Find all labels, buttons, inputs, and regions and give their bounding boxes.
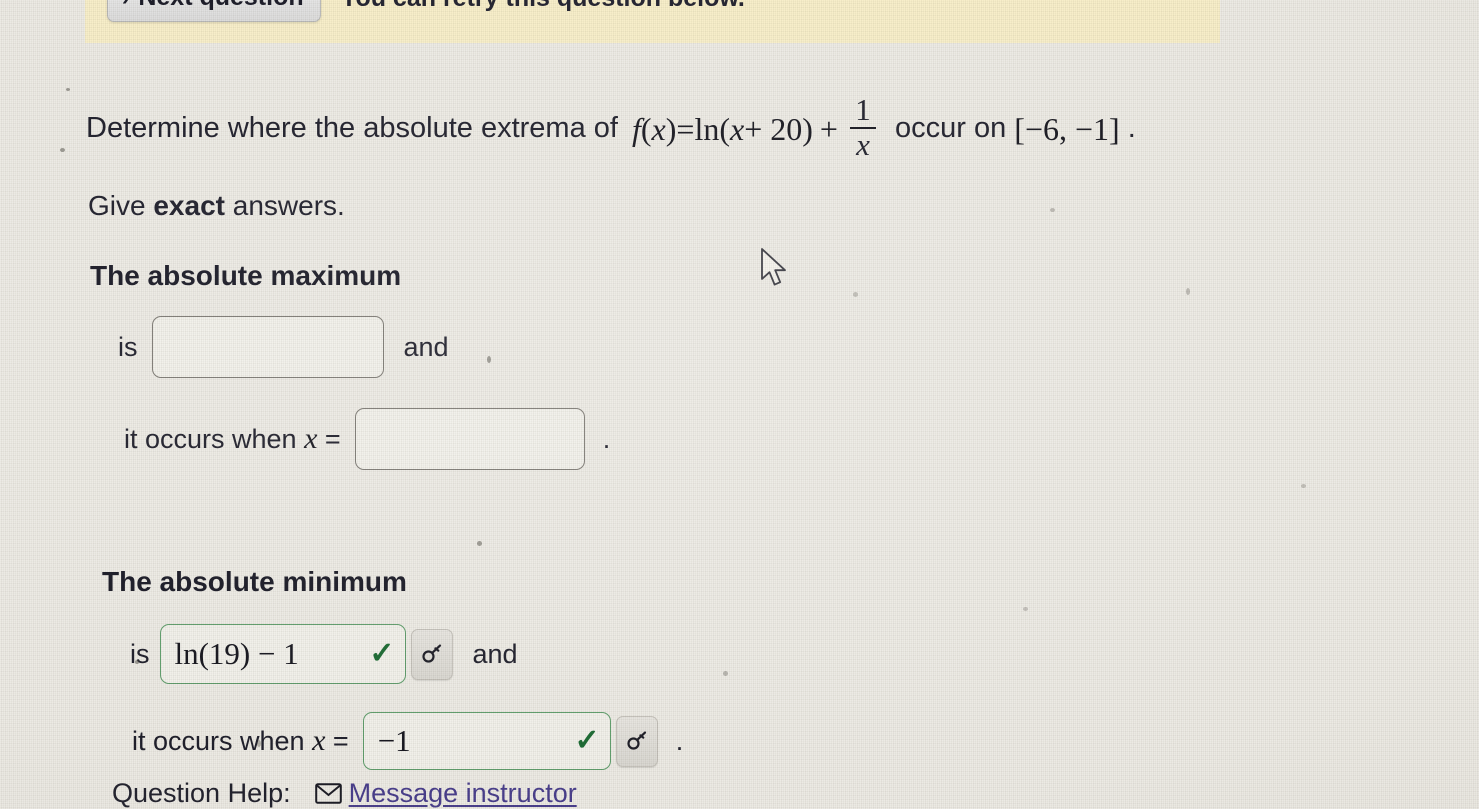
- maximum-occurs-variable: x: [304, 422, 318, 456]
- minimum-value-math-entry-button[interactable]: [410, 628, 453, 680]
- prompt-text-before: Determine where the absolute extrema of: [86, 112, 626, 145]
- formula-fraction: 1 x: [849, 92, 876, 162]
- instruction-emphasis: exact: [153, 190, 225, 222]
- formula-paren-close: ): [665, 110, 677, 147]
- question-body: Determine where the absolute extrema of …: [0, 92, 1479, 771]
- dust-speck: [1050, 208, 1055, 212]
- maximum-is-label: is: [118, 331, 138, 362]
- next-question-label: Next question: [138, 0, 303, 10]
- function-formula: f(x) = ln(x + 20) + 1 x: [632, 92, 881, 162]
- formula-ln-open: ln(: [694, 110, 730, 147]
- minimum-and-label: and: [472, 638, 518, 669]
- formula-ln-rest: + 20): [744, 110, 813, 147]
- maximum-occurs-equals: =: [317, 423, 341, 454]
- prompt-text-middle: occur on: [886, 112, 1015, 145]
- question-help-label: Question Help:: [112, 778, 291, 808]
- minimum-location-input[interactable]: −1 ✓: [362, 712, 611, 771]
- dust-speck: [1301, 484, 1306, 488]
- minimum-value-entry: ln(19) − 1: [174, 636, 299, 672]
- chevron-right-icon: ›: [122, 0, 129, 9]
- formula-paren-open: (: [640, 110, 652, 147]
- formula-function-name: f: [632, 110, 641, 147]
- minimum-is-label: is: [130, 638, 150, 669]
- interval-domain: [−6, −1]: [1014, 110, 1120, 147]
- dust-speck: [1186, 288, 1190, 295]
- minimum-value-input[interactable]: ln(19) − 1 ✓: [159, 624, 406, 685]
- maximum-value-row: is and: [0, 316, 1479, 379]
- dust-speck: [60, 148, 65, 152]
- dust-speck: [723, 671, 728, 676]
- dust-speck: [1023, 607, 1028, 611]
- message-instructor-link[interactable]: Message instructor: [349, 778, 577, 809]
- correct-check-icon: ✓: [369, 637, 395, 671]
- fraction-numerator: 1: [855, 92, 871, 127]
- question-prompt: Determine where the absolute extrema of …: [0, 92, 1479, 162]
- formula-variable: x: [651, 110, 666, 147]
- minimum-occurs-equals: =: [325, 725, 349, 756]
- mouse-cursor: [760, 248, 790, 295]
- formula-equals: =: [676, 110, 695, 147]
- absolute-maximum-heading: The absolute maximum: [90, 260, 402, 292]
- dust-speck: [477, 541, 482, 546]
- next-question-button[interactable]: › Next question: [107, 0, 321, 22]
- question-help: Question Help: Message instructor: [112, 778, 577, 809]
- maximum-location-input[interactable]: [354, 408, 585, 471]
- maximum-occurs-label: it occurs when: [124, 423, 305, 454]
- envelope-icon: [314, 783, 342, 804]
- maximum-and-label: and: [403, 331, 449, 362]
- minimum-row-period: .: [675, 725, 684, 756]
- exact-answers-instruction: Give exact answers.: [0, 190, 1479, 222]
- retry-message: You can retry this question below.: [341, 0, 745, 13]
- maximum-row-period: .: [602, 423, 611, 454]
- retry-banner: › Next question You can retry this quest…: [85, 0, 1220, 43]
- dust-speck: [257, 740, 261, 747]
- minimum-value-row: is ln(19) − 1 ✓ and: [0, 624, 1479, 685]
- instruction-prefix: Give: [88, 190, 154, 222]
- formula-plus: +: [819, 110, 838, 147]
- dust-speck: [487, 356, 491, 363]
- dust-speck: [853, 292, 858, 297]
- math-entry-icon: [627, 731, 646, 750]
- math-entry-icon: [421, 644, 441, 663]
- minimum-location-math-entry-button[interactable]: [615, 715, 658, 767]
- dust-speck: [66, 88, 70, 91]
- prompt-text-end: .: [1119, 112, 1136, 145]
- formula-ln-variable: x: [730, 110, 745, 147]
- question-page: › Next question You can retry this quest…: [0, 0, 1479, 809]
- maximum-value-input[interactable]: [151, 316, 384, 379]
- instruction-suffix: answers.: [224, 190, 345, 222]
- minimum-occurs-variable: x: [312, 724, 326, 758]
- minimum-location-entry: −1: [377, 723, 411, 759]
- dust-speck: [135, 660, 139, 664]
- fraction-denominator: x: [856, 126, 870, 162]
- correct-check-icon: ✓: [574, 724, 600, 758]
- minimum-location-row: it occurs when x = −1 ✓ .: [0, 712, 1479, 771]
- minimum-occurs-label: it occurs when: [132, 725, 313, 756]
- absolute-minimum-heading: The absolute minimum: [102, 566, 407, 598]
- maximum-location-row: it occurs when x = .: [0, 408, 1479, 471]
